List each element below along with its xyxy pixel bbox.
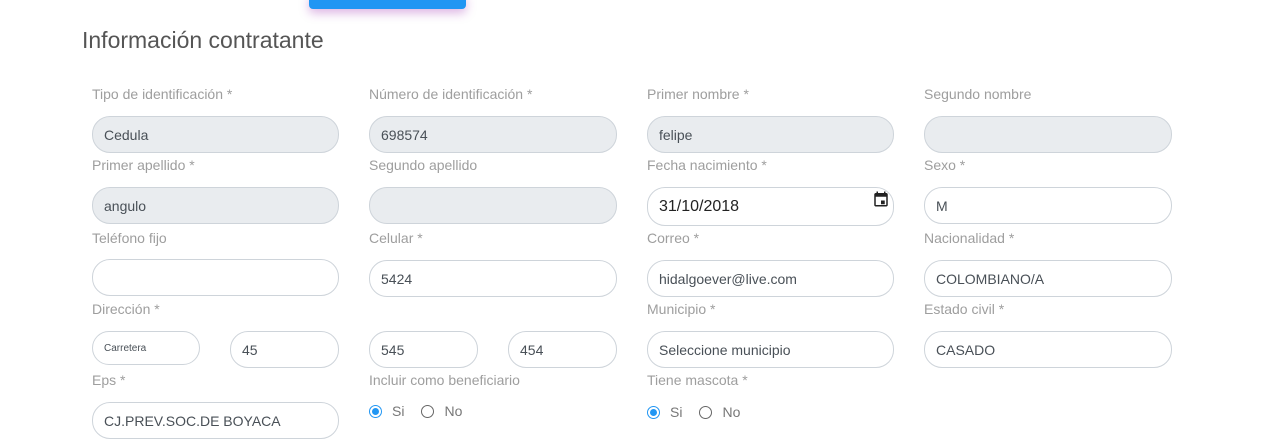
label-telefono-fijo: Teléfono fijo [92, 230, 167, 246]
mascota-radio-si[interactable] [647, 405, 660, 419]
correo-field[interactable]: hidalgoever@live.com [647, 260, 894, 297]
primer-nombre-field[interactable]: felipe [647, 116, 894, 153]
label-beneficiario: Incluir como beneficiario [369, 372, 520, 388]
section-title: Información contratante [82, 27, 324, 53]
mascota-radio-group: Si No [647, 404, 757, 420]
label-mascota: Tiene mascota * [647, 372, 748, 388]
sexo-field[interactable]: M [924, 187, 1172, 224]
direccion-numero-1-field[interactable]: 45 [230, 331, 339, 368]
label-sexo: Sexo * [924, 157, 966, 173]
mascota-option-si[interactable]: Si [647, 404, 682, 420]
label-numero-id: Número de identificación * [369, 86, 533, 102]
nacionalidad-field[interactable]: COLOMBIANO/A [924, 260, 1172, 297]
label-primer-nombre: Primer nombre * [647, 86, 749, 102]
label-primer-apellido: Primer apellido * [92, 157, 195, 173]
label-segundo-nombre: Segundo nombre [924, 86, 1032, 102]
mascota-label-no: No [722, 404, 741, 420]
fecha-nacimiento-value: 31/10/2018 [659, 197, 740, 215]
telefono-fijo-field[interactable] [92, 259, 339, 296]
direccion-numero-3-field[interactable]: 454 [508, 331, 617, 368]
label-municipio: Municipio * [647, 301, 716, 317]
beneficiario-radio-no[interactable] [421, 404, 435, 418]
mascota-label-si: Si [670, 404, 683, 420]
label-fecha-nacimiento: Fecha nacimiento * [647, 157, 767, 173]
beneficiario-label-no: No [444, 403, 463, 419]
calendar-icon[interactable] [872, 190, 890, 208]
label-correo: Correo * [647, 230, 700, 246]
tipo-id-field[interactable]: Cedula [92, 116, 339, 153]
label-nacionalidad: Nacionalidad * [924, 230, 1015, 246]
label-tipo-id: Tipo de identificación * [92, 86, 233, 102]
estado-civil-select[interactable]: CASADO [924, 331, 1172, 368]
eps-select[interactable]: CJ.PREV.SOC.DE BOYACA [92, 402, 339, 439]
fecha-nacimiento-field[interactable]: 31/10/2018 [647, 187, 894, 226]
direccion-tipo-via-select[interactable]: Carretera [92, 331, 200, 365]
numero-id-field[interactable]: 698574 [369, 116, 617, 153]
beneficiario-option-si[interactable]: Si [369, 403, 404, 419]
mascota-option-no[interactable]: No [699, 404, 740, 420]
label-eps: Eps * [92, 372, 126, 388]
label-segundo-apellido: Segundo apellido [369, 157, 478, 173]
municipio-select[interactable]: Seleccione municipio [647, 331, 894, 368]
mascota-radio-no[interactable] [699, 405, 713, 419]
label-celular: Celular * [369, 230, 423, 246]
celular-field[interactable]: 5424 [369, 260, 617, 297]
beneficiario-radio-si[interactable] [369, 404, 382, 418]
label-estado-civil: Estado civil * [924, 301, 1005, 317]
beneficiario-option-no[interactable]: No [421, 403, 462, 419]
submit-button-partial[interactable] [309, 0, 466, 9]
segundo-nombre-field[interactable] [924, 116, 1172, 153]
segundo-apellido-field[interactable] [369, 187, 617, 224]
direccion-numero-2-field[interactable]: 545 [369, 331, 478, 368]
beneficiario-label-si: Si [392, 403, 405, 419]
primer-apellido-field[interactable]: angulo [92, 187, 339, 224]
label-direccion: Dirección * [92, 301, 160, 317]
beneficiario-radio-group: Si No [369, 403, 479, 419]
